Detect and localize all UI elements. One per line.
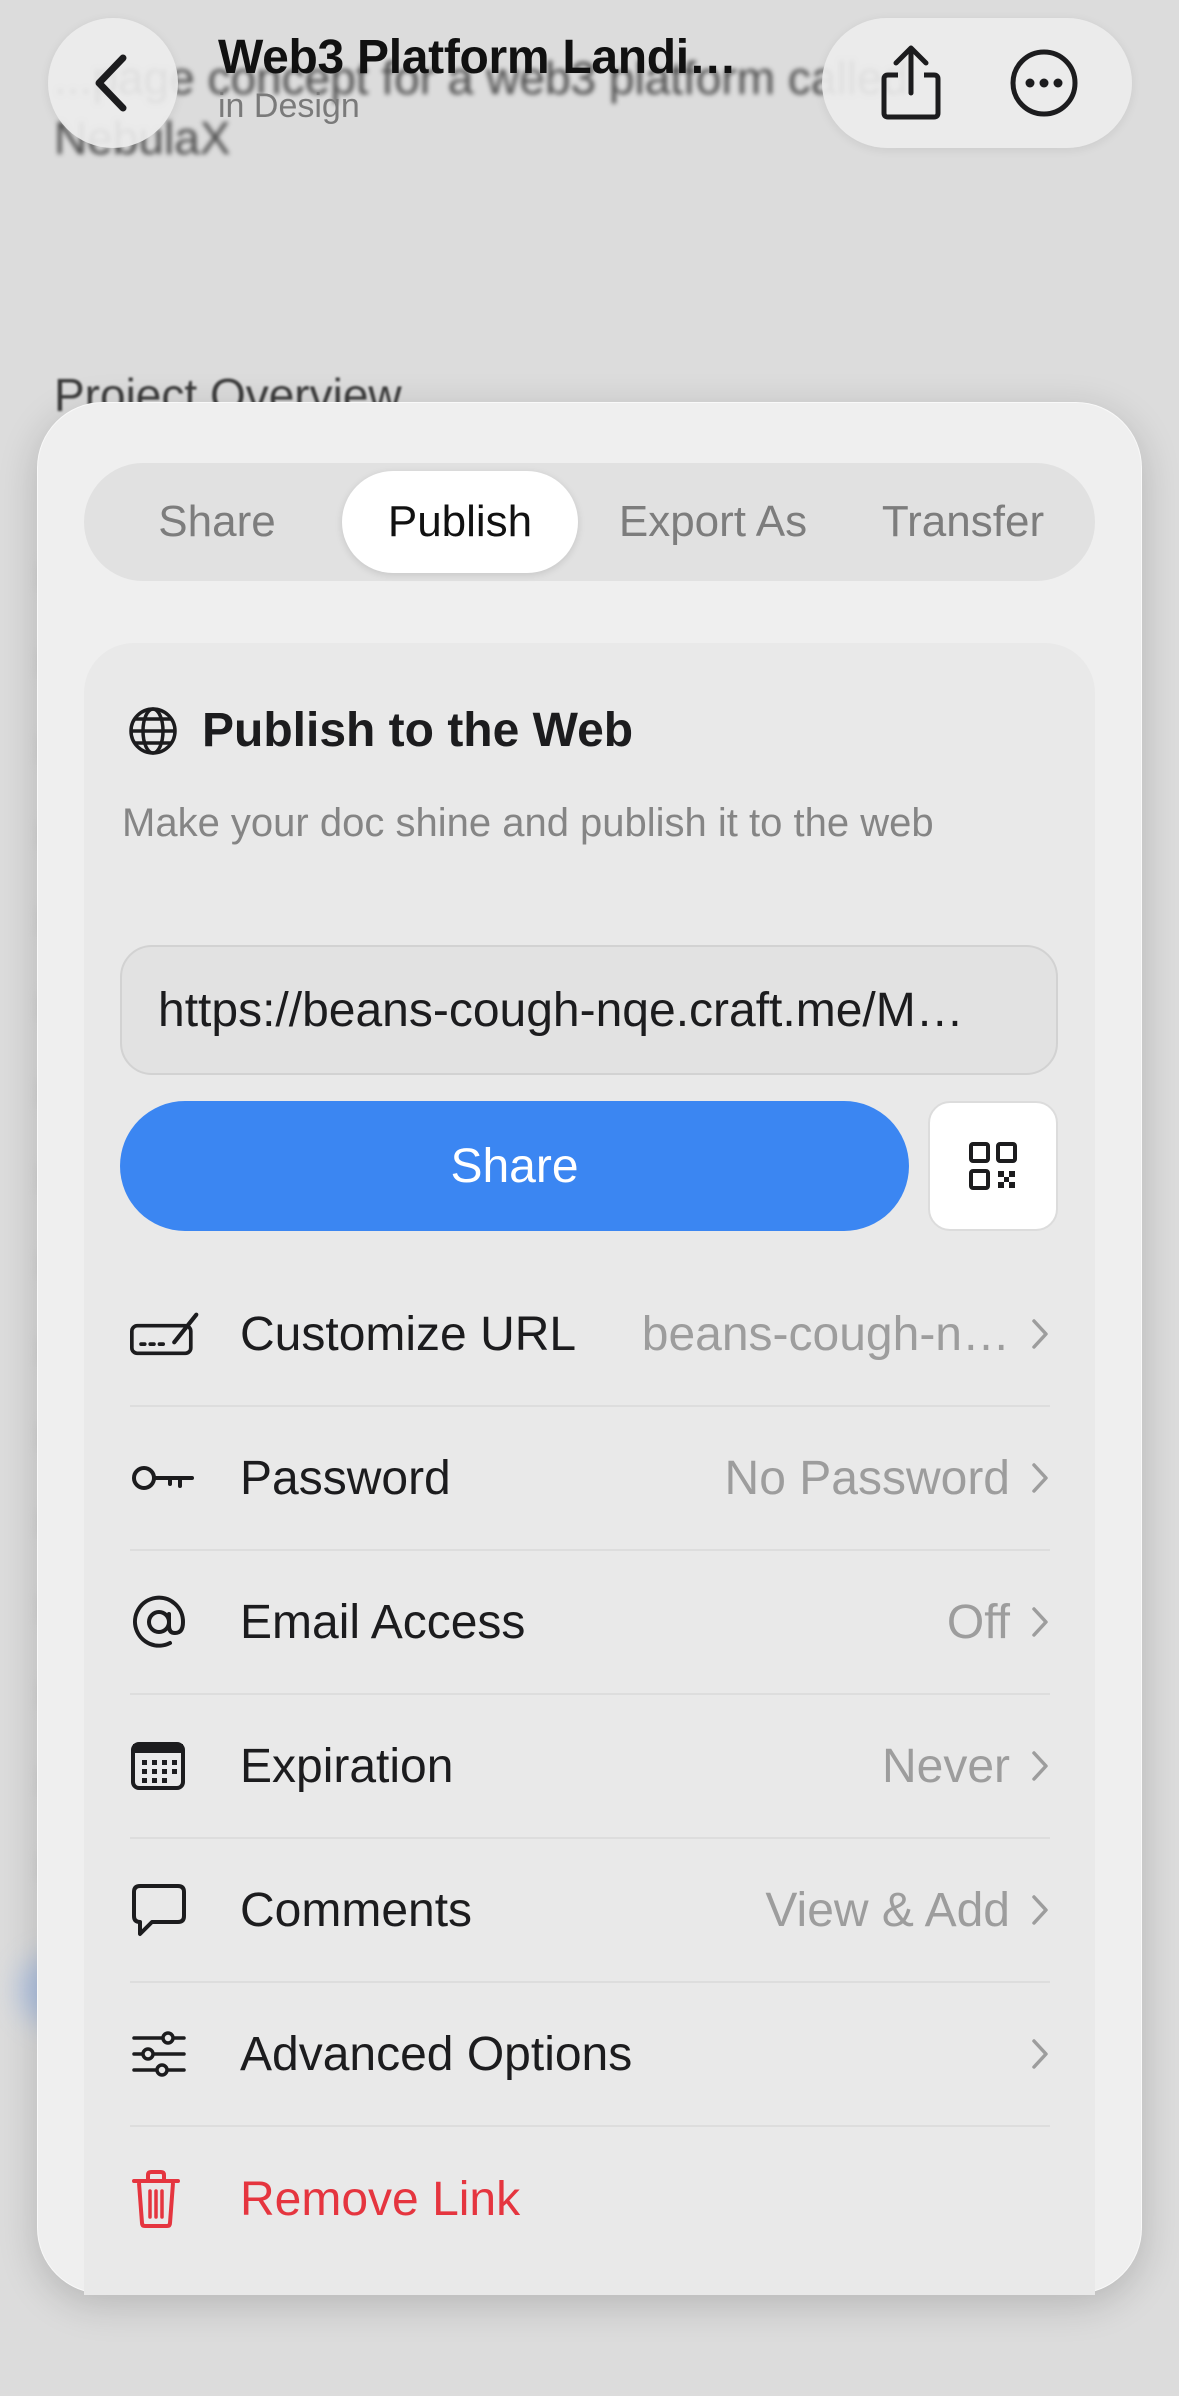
email-access-value: Off [946, 1595, 1010, 1649]
chevron-right-icon [1010, 1317, 1050, 1351]
expiration-label: Expiration [240, 1739, 454, 1793]
share-link-button[interactable]: Share [120, 1101, 909, 1231]
email-access-label: Email Access [240, 1595, 526, 1649]
comments-value: View & Add [765, 1883, 1010, 1937]
ellipsis-circle-icon[interactable] [994, 33, 1094, 133]
customize-url-label: Customize URL [240, 1307, 577, 1361]
row-password[interactable]: Password No Password [130, 1407, 1050, 1551]
publish-description: Make your doc shine and publish it to th… [122, 801, 934, 845]
tab-export-as[interactable]: Export As [578, 471, 848, 573]
password-value: No Password [724, 1451, 1010, 1505]
qr-code-button[interactable] [928, 1101, 1058, 1231]
trash-icon [130, 2169, 200, 2229]
row-customize-url[interactable]: Customize URL beans-cough-n… [130, 1263, 1050, 1407]
globe-icon [129, 706, 177, 755]
chevron-right-icon [1010, 2037, 1050, 2071]
row-remove-link[interactable]: Remove Link [130, 2127, 1050, 2271]
tab-publish[interactable]: Publish [342, 471, 578, 573]
row-email-access[interactable]: Email Access Off [130, 1551, 1050, 1695]
document-title-block: Web3 Platform Landi… in Design [218, 30, 737, 126]
customize-url-icon [130, 1307, 200, 1361]
remove-link-label: Remove Link [240, 2172, 521, 2226]
publish-title: Publish to the Web [202, 704, 634, 757]
chevron-left-icon [95, 54, 127, 112]
publish-card: Publish to the Web Make your doc shine a… [84, 643, 1095, 2295]
back-button[interactable] [48, 18, 178, 148]
key-icon [130, 1458, 200, 1498]
chevron-right-icon [1010, 1605, 1050, 1639]
publish-settings-list: Customize URL beans-cough-n… Password No… [130, 1263, 1050, 2271]
password-label: Password [240, 1451, 451, 1505]
tab-share[interactable]: Share [92, 471, 342, 573]
comments-label: Comments [240, 1883, 473, 1937]
document-location: in Design [218, 87, 360, 125]
share-mode-tabs: Share Publish Export As Transfer [84, 463, 1095, 581]
qr-code-icon [969, 1142, 1017, 1190]
row-comments[interactable]: Comments View & Add [130, 1839, 1050, 1983]
sliders-icon [130, 2030, 200, 2078]
chevron-right-icon [1010, 1461, 1050, 1495]
chevron-right-icon [1010, 1749, 1050, 1783]
expiration-value: Never [881, 1739, 1010, 1793]
publish-header: Publish to the Web [126, 703, 633, 758]
nav-actions [822, 18, 1132, 148]
advanced-options-label: Advanced Options [240, 2027, 633, 2081]
tab-transfer[interactable]: Transfer [848, 471, 1078, 573]
published-url-field[interactable]: https://beans-cough-nqe.craft.me/M… [120, 945, 1058, 1075]
calendar-icon [130, 1740, 200, 1792]
comment-icon [130, 1882, 200, 1938]
customize-url-value: beans-cough-n… [641, 1307, 1010, 1361]
row-advanced-options[interactable]: Advanced Options [130, 1983, 1050, 2127]
document-title: Web3 Platform Landi… [218, 31, 737, 84]
at-sign-icon [130, 1593, 200, 1651]
row-expiration[interactable]: Expiration Never [130, 1695, 1050, 1839]
chevron-right-icon [1010, 1893, 1050, 1927]
share-sheet: Share Publish Export As Transfer Publish… [37, 402, 1142, 2295]
share-icon[interactable] [861, 33, 961, 133]
